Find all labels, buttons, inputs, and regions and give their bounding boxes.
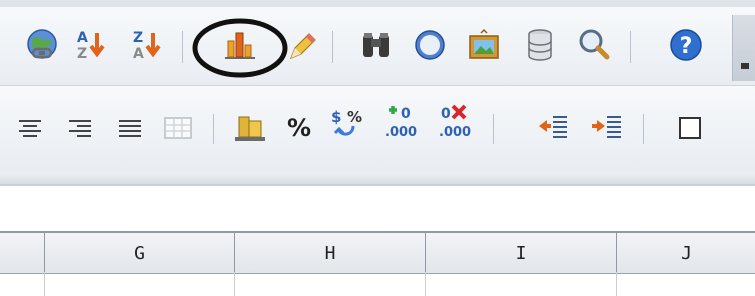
align-right-icon [69,120,91,137]
decimal-zero-label: 0 [401,106,411,122]
navigator-button[interactable] [410,25,450,65]
table-grid-icon [164,117,192,139]
formatting-toolbar: % $ % 0 .000 0 .000 [0,86,755,173]
toolbar-separator [643,114,644,144]
decrease-indent-button[interactable] [532,106,572,146]
grid-line [234,272,235,296]
borders-button[interactable] [670,108,710,148]
show-draw-functions-button[interactable] [282,27,322,67]
percent-format-button[interactable]: % [279,108,319,148]
toolbar-separator [332,31,333,63]
standard-number-format-button[interactable]: $ % [328,104,368,144]
sort-descending-icon: Z A [133,30,161,62]
delete-decimal-place-button[interactable]: 0 .000 [436,104,476,144]
sort-descending-button[interactable]: Z A [128,25,168,65]
svg-text:?: ? [680,34,693,59]
percent-icon: % [286,114,312,142]
currency-percent-icon: $ % [331,108,362,136]
column-header-partial[interactable] [0,233,43,273]
globe-link-icon [27,29,57,59]
picture-frame-icon [469,28,499,59]
delete-decimal-icon: 0 .000 [439,104,471,140]
add-decimal-icon: 0 .000 [385,106,417,140]
svg-text:%: % [347,108,362,126]
zoom-button[interactable] [574,25,614,65]
find-replace-button[interactable] [356,25,396,65]
compass-icon [415,30,445,60]
svg-text:0: 0 [441,106,451,122]
decrease-indent-icon [539,116,567,138]
coins-icon [235,116,265,141]
sort-ascending-icon: A Z [77,30,105,62]
highlight-circle [192,18,288,78]
increase-indent-icon [592,116,621,138]
increase-indent-button[interactable] [586,106,626,146]
data-sources-button[interactable] [520,25,560,65]
merge-cells-button[interactable] [158,108,198,148]
sort-asc-bottom-letter: Z [77,46,87,62]
justify-button[interactable] [110,108,150,148]
justify-icon [119,120,141,137]
pencil-icon [289,33,316,60]
sort-ascending-button[interactable]: A Z [72,25,112,65]
column-header-h[interactable]: H [234,233,425,273]
decimal-places-label: .000 [385,125,417,140]
sort-desc-bottom-letter: A [133,46,144,62]
sort-desc-top-letter: Z [133,30,143,46]
column-header-j[interactable]: J [616,233,755,273]
magnifier-icon [579,29,610,60]
standard-toolbar: A Z Z A ? [0,7,755,86]
column-header-g[interactable]: G [44,233,234,273]
border-box-icon [679,117,701,139]
grid-line [425,272,426,296]
help-icon: ? [670,29,702,61]
toolbar-overflow-button[interactable] [732,15,755,81]
sort-asc-top-letter: A [77,30,88,46]
decimal-places-label: .000 [439,125,471,140]
column-header-row: G H I J [0,231,755,274]
align-right-button[interactable] [60,108,100,148]
window-top-edge [0,0,755,7]
toolbar-separator [182,31,183,63]
add-decimal-place-button[interactable]: 0 .000 [382,104,422,144]
formula-bar-edge [0,172,755,186]
grid-line [616,272,617,296]
currency-symbol: $ [331,108,341,126]
column-header-i[interactable]: I [425,233,616,273]
grid-line [44,272,45,296]
chevron-down-icon [741,63,749,69]
align-center-icon [19,120,41,137]
currency-format-button[interactable] [230,108,270,148]
toolbar-separator [213,114,214,144]
align-center-button[interactable] [10,108,50,148]
binoculars-icon [363,33,389,57]
help-button[interactable]: ? [666,25,706,65]
database-icon [528,29,552,61]
toolbar-separator [630,31,631,63]
gallery-button[interactable] [464,25,504,65]
hyperlink-button[interactable] [22,25,62,65]
toolbar-separator [493,114,494,144]
